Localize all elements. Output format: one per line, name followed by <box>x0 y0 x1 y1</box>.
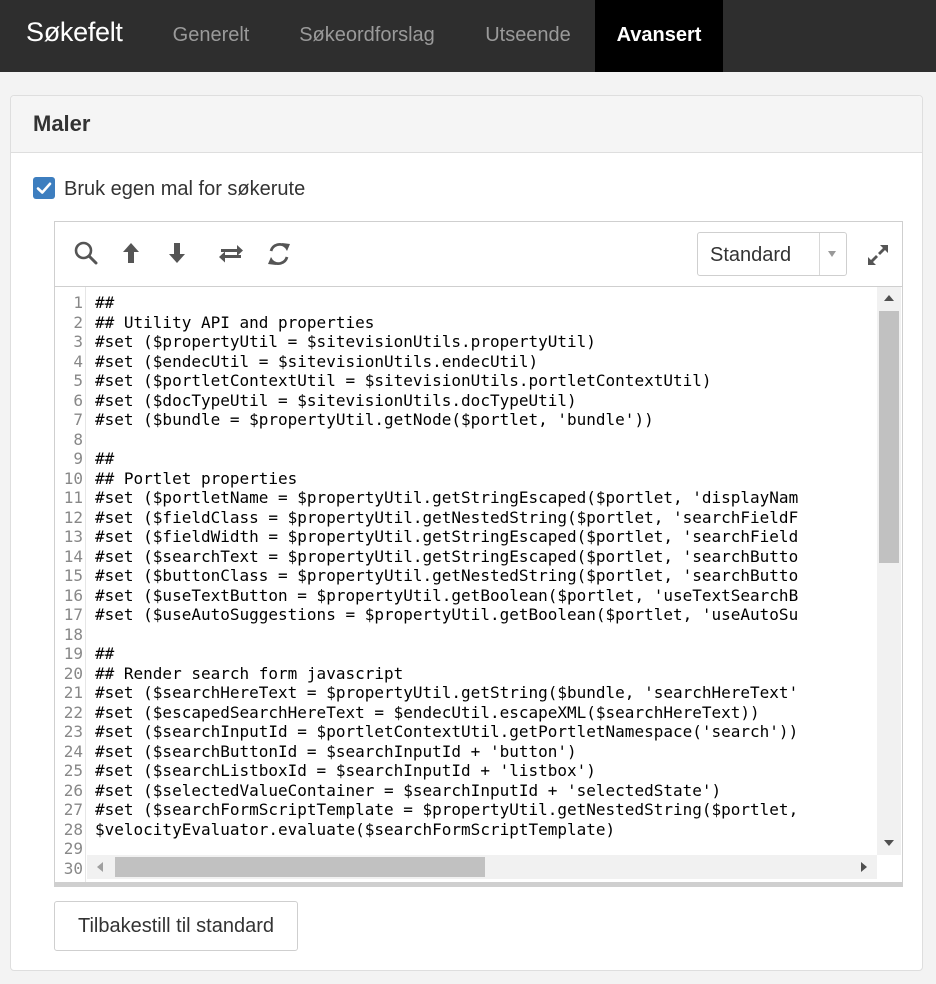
line-number: 11 <box>63 488 83 507</box>
line-number: 7 <box>73 410 83 429</box>
line-number: 21 <box>63 683 83 702</box>
line-number: 16 <box>63 585 83 605</box>
code-line: #set ($searchText = $propertyUtil.getStr… <box>95 546 799 566</box>
line-number: 28 <box>63 819 83 839</box>
custom-template-checkbox[interactable] <box>33 177 55 199</box>
line-number: 15 <box>63 566 83 585</box>
line-number: 6 <box>73 390 83 410</box>
code-line: ## Portlet properties <box>95 468 298 488</box>
scroll-right-icon[interactable] <box>861 862 867 872</box>
code-line: #set ($searchListboxId = $searchInputId … <box>95 761 596 780</box>
line-number: 17 <box>63 605 83 624</box>
code-line: ## <box>95 644 115 663</box>
line-number: 24 <box>63 741 83 761</box>
code-editor: Standard 1 2 3 4 5 6 7 8 9 10 11 12 13 1… <box>54 221 903 887</box>
line-number: 14 <box>63 546 83 566</box>
line-number: 5 <box>73 371 83 390</box>
code-line: ## <box>95 293 115 312</box>
line-number: 18 <box>63 624 83 644</box>
templates-panel: Maler Bruk egen mal for søkerute Standar… <box>10 95 923 971</box>
line-number: 8 <box>73 429 83 449</box>
code-line: #set ($selectedValueContainer = $searchI… <box>95 780 722 800</box>
arrow-up-icon[interactable] <box>118 240 144 266</box>
line-number: 26 <box>63 780 83 800</box>
code-line: ## Utility API and properties <box>95 312 375 332</box>
code-line: #set ($bundle = $propertyUtil.getNode($p… <box>95 410 654 429</box>
swap-icon[interactable] <box>218 240 244 266</box>
code-line: #set ($searchFormScriptTemplate = $prope… <box>95 800 799 819</box>
panel-title: Maler <box>33 111 91 136</box>
code-line: ## <box>95 449 115 468</box>
line-number: 19 <box>63 644 83 663</box>
scroll-left-icon[interactable] <box>97 862 103 872</box>
reset-to-default-button[interactable]: Tilbakestill til standard <box>54 901 298 951</box>
line-number: 10 <box>63 468 83 488</box>
top-navbar: Søkefelt Generelt Søkeordforslag Utseend… <box>0 0 936 72</box>
code-line: #set ($endecUtil = $sitevisionUtils.ende… <box>95 351 539 371</box>
line-number: 30 <box>63 858 83 878</box>
line-number: 9 <box>73 449 83 468</box>
code-line: #set ($fieldClass = $propertyUtil.getNes… <box>95 507 799 527</box>
code-line: #set ($portletName = $propertyUtil.getSt… <box>95 488 799 507</box>
custom-template-checkbox-label[interactable]: Bruk egen mal for søkerute <box>64 178 305 201</box>
code-line: #set ($buttonClass = $propertyUtil.getNe… <box>95 566 799 585</box>
scroll-up-icon[interactable] <box>884 295 894 301</box>
vertical-scrollbar[interactable] <box>877 287 901 855</box>
scroll-down-icon[interactable] <box>884 840 894 846</box>
code-line: $velocityEvaluator.evaluate($searchFormS… <box>95 819 616 839</box>
code-area[interactable]: 1 2 3 4 5 6 7 8 9 10 11 12 13 14 15 16 1… <box>55 286 902 883</box>
code-line: #set ($fieldWidth = $propertyUtil.getStr… <box>95 527 799 546</box>
code-line: #set ($docTypeUtil = $sitevisionUtils.do… <box>95 390 577 410</box>
code-line: #set ($searchHereText = $propertyUtil.ge… <box>95 683 799 702</box>
code-line: ## Render search form javascript <box>95 663 404 683</box>
vertical-scroll-thumb[interactable] <box>879 311 899 563</box>
code-line: #set ($useTextButton = $propertyUtil.get… <box>95 585 799 605</box>
code-line: #set ($escapedSearchHereText = $endecUti… <box>95 702 760 722</box>
tab-utseende[interactable]: Utseende <box>462 0 594 72</box>
code-line: #set ($portletContextUtil = $sitevisionU… <box>95 371 712 390</box>
tab-sokeordforslag[interactable]: Søkeordforslag <box>274 0 460 72</box>
theme-select-value: Standard <box>710 244 792 266</box>
line-number: 22 <box>63 702 83 722</box>
line-number-gutter: 1 2 3 4 5 6 7 8 9 10 11 12 13 14 15 16 1… <box>55 287 86 883</box>
horizontal-scroll-thumb[interactable] <box>115 857 485 877</box>
editor-resize-bar[interactable] <box>55 882 902 886</box>
line-number: 20 <box>63 663 83 683</box>
checkmark-icon <box>36 182 52 194</box>
select-divider <box>819 233 820 275</box>
search-icon[interactable] <box>73 240 99 266</box>
line-number: 23 <box>63 722 83 741</box>
chevron-down-icon <box>828 251 836 257</box>
code-line: #set ($useAutoSuggestions = $propertyUti… <box>95 605 799 624</box>
app-title: Søkefelt <box>26 17 123 47</box>
line-number: 3 <box>73 332 83 351</box>
horizontal-scrollbar[interactable] <box>87 855 877 879</box>
expand-icon[interactable] <box>865 242 891 268</box>
theme-select[interactable]: Standard <box>697 232 847 276</box>
line-number: 4 <box>73 351 83 371</box>
line-number: 1 <box>73 293 83 312</box>
line-number: 29 <box>63 839 83 858</box>
code-line: #set ($propertyUtil = $sitevisionUtils.p… <box>95 332 596 351</box>
line-number: 2 <box>73 312 83 332</box>
panel-header: Maler <box>11 96 922 153</box>
line-number: 25 <box>63 761 83 780</box>
refresh-icon[interactable] <box>265 240 291 266</box>
code-line: #set ($searchInputId = $portletContextUt… <box>95 722 799 741</box>
arrow-down-icon[interactable] <box>164 240 190 266</box>
line-number: 27 <box>63 800 83 819</box>
tab-generelt[interactable]: Generelt <box>150 0 272 72</box>
line-number: 12 <box>63 507 83 527</box>
tab-avansert[interactable]: Avansert <box>595 0 723 72</box>
code-line: #set ($searchButtonId = $searchInputId +… <box>95 741 577 761</box>
line-number: 13 <box>63 527 83 546</box>
